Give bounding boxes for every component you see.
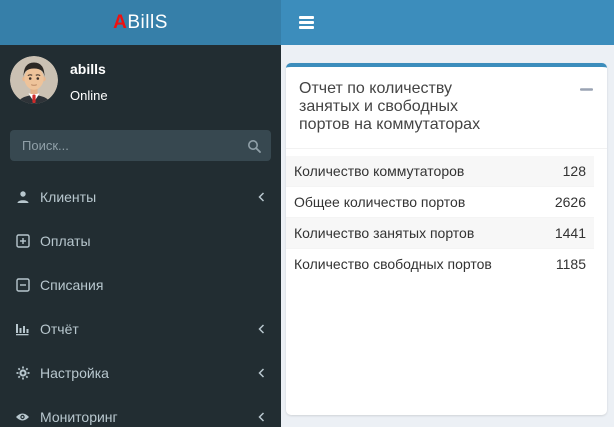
sidebar-item-label: Мониторинг [40,409,118,425]
logo-accent-letter: A [113,11,128,33]
report-panel-body: Количество коммутаторов 128 Общее количе… [286,149,607,279]
avatar [10,56,58,104]
sidebar-item-report[interactable]: Отчёт [0,307,281,351]
user-panel: abills Online [0,45,281,104]
sidebar-item-label: Клиенты [40,189,97,205]
row-label: Количество свободных портов [286,248,530,279]
bar-chart-icon [15,322,30,337]
chevron-left-icon [257,411,266,423]
top-navbar: A BillS [0,0,614,45]
sidebar-item-clients[interactable]: Клиенты [0,175,281,219]
abills-app: A BillS abills Online Поиск... Клиенты О… [0,0,614,427]
table-row: Количество коммутаторов 128 [286,156,594,187]
row-value: 1185 [530,248,594,279]
chevron-left-icon [257,191,266,203]
sidebar-item-charges[interactable]: Списания [0,263,281,307]
sidebar-toggle-button[interactable] [293,8,320,37]
table-row: Количество занятых портов 1441 [286,217,594,249]
row-value: 1441 [530,217,594,249]
minus-icon [580,87,593,92]
search-icon [247,139,261,153]
menu-icon [299,16,314,19]
sidebar-item-monitoring[interactable]: Мониторинг [0,395,281,427]
report-title: Отчет по количеству занятых и свободных … [299,80,481,133]
sidebar-item-label: Настройка [40,365,109,381]
report-panel: Отчет по количеству занятых и свободных … [286,63,607,415]
sidebar-search-form [10,130,271,161]
row-label: Количество коммутаторов [294,163,465,179]
table-row: Количество свободных портов 1185 [286,248,594,279]
eye-icon [15,410,30,425]
chevron-left-icon [257,367,266,379]
row-label: Количество занятых портов [286,217,530,249]
user-icon [15,190,30,205]
row-value: 128 [562,163,586,179]
collapse-panel-button[interactable] [576,83,597,96]
sidebar-menu: Клиенты Оплаты Списания Отчёт Настройка … [0,175,281,427]
report-panel-header: Отчет по количеству занятых и свободных … [286,67,607,149]
sidebar-item-label: Оплаты [40,233,91,249]
row-label: Общее количество портов [286,186,530,218]
gear-icon [15,366,30,381]
logo-text: BillS [127,11,168,33]
search-submit-button[interactable] [237,130,271,161]
minus-square-icon [15,278,30,293]
search-input[interactable] [10,130,237,161]
navbar-right [281,0,614,45]
sidebar: abills Online Поиск... Клиенты Оплаты Сп… [0,45,281,427]
main-content: Отчет по количеству занятых и свободных … [281,45,614,427]
sidebar-item-label: Списания [40,277,104,293]
table-row: Общее количество портов 2626 [286,186,594,218]
sidebar-item-payments[interactable]: Оплаты [0,219,281,263]
chevron-left-icon [257,323,266,335]
report-table: Количество коммутаторов 128 Общее количе… [286,156,594,279]
user-status-link[interactable]: Online [70,88,108,103]
app-logo[interactable]: A BillS [0,0,281,45]
user-info: abills Online [70,56,108,104]
male-cartoon-avatar [10,56,58,104]
user-name: abills [70,61,106,77]
row-value: 2626 [530,186,594,218]
plus-square-icon [15,234,30,249]
sidebar-item-label: Отчёт [40,321,79,337]
sidebar-item-settings[interactable]: Настройка [0,351,281,395]
